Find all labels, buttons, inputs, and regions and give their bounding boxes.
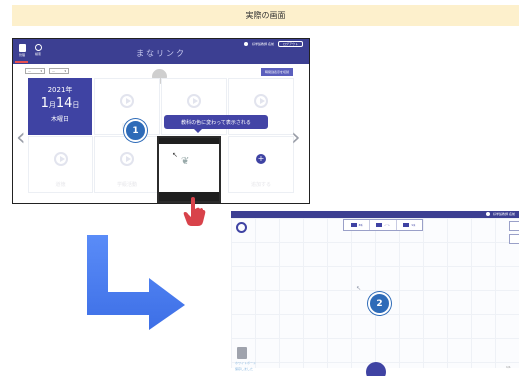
board-icon [350,223,357,227]
tooltip-text: 教科の色に変わって表示される [181,119,251,126]
logout-button[interactable]: ログアウト [277,41,303,47]
user-icon [244,42,249,46]
lesson-cell[interactable]: 学級活動 [94,136,160,193]
play-icon [120,152,134,166]
app-header: 好学館教師 名前 [231,211,519,218]
play-icon [120,94,134,108]
date-year: 2021年 [47,86,73,94]
tool-board-label: 黒板 [358,224,363,227]
tool-note-button[interactable]: ノート [370,220,397,230]
whiteboard-toolbar: 黒板 ノート 写真 [343,219,423,231]
tool-photo-label: 写真 [411,224,416,227]
status-area: 好学館教師 名前 ログアウト [244,41,303,47]
prev-arrow-icon[interactable]: ‹ [16,125,26,149]
tool-note-label: ノート [383,224,390,227]
step-badge-1-label: 1 [132,125,139,136]
next-arrow-icon[interactable]: › [291,125,301,149]
step-badge-1: 1 [124,119,147,142]
step-badge-2-label: 2 [376,298,383,309]
transition-arrow-icon [87,235,185,330]
clock-icon[interactable] [236,222,247,233]
chevron-down-icon: ▾ [40,69,42,73]
play-icon [53,152,68,166]
board-tag: ホワイトボード [235,361,257,365]
filter-select-2[interactable]: — ▾ [49,68,69,74]
sprout-icon: ❦ [181,156,190,167]
add-lesson-label: 追加する [250,182,271,188]
date-weekday: 木曜日 [50,116,69,123]
month-unit: 月 [48,101,56,109]
filter-select-1[interactable]: — ▾ [25,68,45,74]
side-button-1[interactable] [509,221,519,231]
date-month: 1 [40,96,49,111]
save-status: 保存しました [235,367,254,371]
side-buttons [509,221,519,244]
screenshot-before: 管理 検索 まなリンク 好学館教師 名前 ログアウト — ▾ — ▾ 時間割表示… [12,38,310,204]
tool-photo-button[interactable]: 写真 [397,220,422,230]
lesson-preview-popup[interactable]: ↖ ❦ [157,136,221,203]
banner-title: 実際の画面 [245,11,286,20]
filter-selects: — ▾ — ▾ [25,68,69,74]
user-name: 好学館教師 名前 [493,212,515,216]
chevron-down-icon: ▾ [64,69,66,73]
play-icon [187,94,201,108]
day-unit: 日 [72,101,80,109]
side-button-2[interactable] [509,234,519,244]
tool-board-button[interactable]: 黒板 [344,220,371,230]
plus-icon: + [256,154,266,164]
photo-icon [403,223,410,227]
add-lesson-cell[interactable]: + 追加する [228,136,294,193]
cursor-icon: ↖ [356,285,362,292]
toggle-timetable-button[interactable]: 時間割表示を切替 [261,68,293,76]
fab-button[interactable] [366,362,386,376]
user-icon [486,212,491,216]
lesson-caption: 道徳 [55,182,66,188]
status-area: 好学館教師 名前 [486,212,515,216]
popup-titlebar [159,138,219,144]
play-icon [254,94,268,108]
cursor-icon: ↖ [172,151,178,159]
date-tile: 2021年 1月14日 木曜日 [28,78,92,135]
app-title: まなリンク [136,49,186,58]
page-banner: 実際の画面 [12,5,519,26]
filter-select-1-value: — [28,69,31,73]
date-day-line: 1月14日 [28,96,92,111]
lesson-cell[interactable]: 道徳 [28,136,93,193]
trash-icon[interactable] [237,347,247,359]
user-name: 好学館教師 名前 [252,42,274,46]
nav-active-indicator [15,61,28,63]
page-indicator: 1/1 [506,365,511,369]
date-day: 14 [55,96,73,111]
tooltip: 教科の色に変わって表示される [164,115,268,133]
note-icon [375,223,382,227]
step-badge-2: 2 [368,292,391,315]
filter-select-2-value: — [52,69,55,73]
lesson-caption: 学級活動 [116,182,137,188]
pointing-hand-icon [183,197,206,226]
app-header: 管理 検索 まなリンク 好学館教師 名前 ログアウト [13,39,309,64]
